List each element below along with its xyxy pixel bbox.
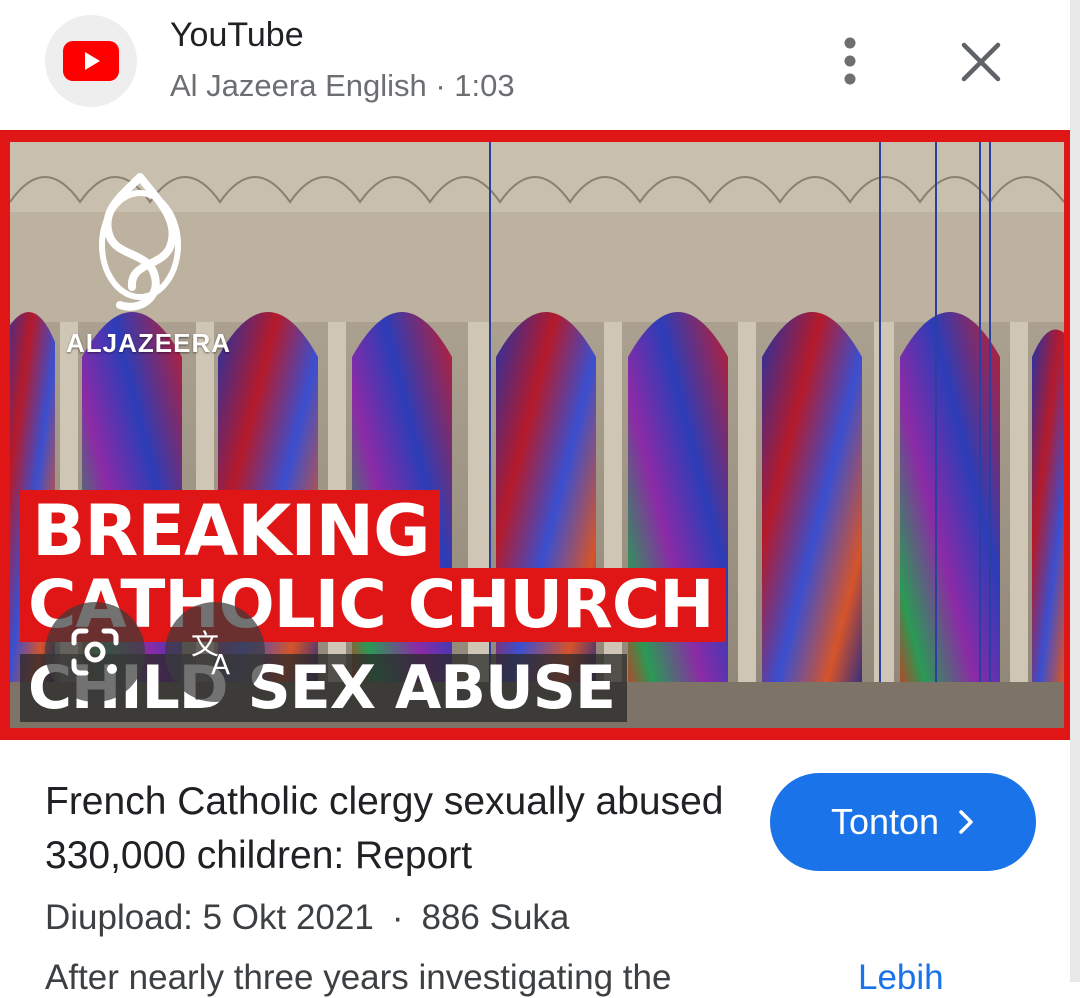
thumbnail-image: ALJAZEERA BREAKING CATHOLIC CHURCH CHILD… [10,142,1064,728]
app-header: YouTube Al Jazeera English · 1:03 [0,0,1080,130]
scrollbar[interactable] [1070,0,1080,982]
like-count: 886 Suka [421,898,570,937]
chevron-right-icon [959,810,973,834]
video-thumbnail[interactable]: ALJAZEERA BREAKING CATHOLIC CHURCH CHILD… [0,130,1072,740]
aljazeera-logo [60,167,220,317]
svg-text:A: A [211,648,230,680]
upload-date: Diupload: 5 Okt 2021 [45,898,374,937]
close-icon[interactable] [955,36,1007,88]
channel-duration: Al Jazeera English · 1:03 [170,68,515,103]
lens-icon[interactable] [45,602,145,702]
video-title: French Catholic clergy sexually abused 3… [45,780,724,877]
video-meta: Diupload: 5 Okt 2021 · 886 Suka [45,898,569,938]
more-link[interactable]: Lebih [858,958,944,998]
separator-dot: · [391,898,404,937]
translate-icon[interactable]: 文 A [165,602,265,702]
app-title: YouTube [170,16,304,54]
youtube-icon [45,15,137,107]
logo-wordmark: ALJAZEERA [66,328,232,358]
video-description: After nearly three years investigating t… [45,958,672,997]
more-vert-icon[interactable] [830,35,870,87]
headline-breaking: BREAKING [20,490,440,570]
watch-button-label: Tonton [830,801,940,842]
watch-button[interactable]: Tonton [770,773,1036,871]
